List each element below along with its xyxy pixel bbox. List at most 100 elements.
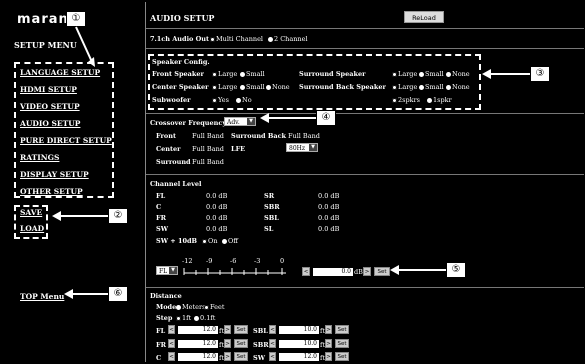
distance-meters-radio[interactable]: Meters <box>176 303 205 311</box>
audio-out-label: 7.1ch Audio Out <box>150 35 210 43</box>
dist-sw-set[interactable]: Set <box>335 352 349 361</box>
sub-no-radio[interactable]: No <box>236 96 252 104</box>
level-input[interactable]: 0.0 <box>313 268 353 276</box>
surround-none-radio[interactable]: None <box>446 70 470 78</box>
center-none-radio[interactable]: None <box>266 83 290 91</box>
dist-sbr-increment[interactable]: > <box>325 339 332 348</box>
sb-large-radio[interactable]: Large <box>392 83 417 91</box>
dist-fr-set[interactable]: Set <box>234 339 248 348</box>
menu-audio-setup[interactable]: AUDIO SETUP <box>20 119 80 128</box>
level-decrement-button[interactable]: < <box>302 267 310 276</box>
reload-button[interactable]: ReLoad <box>404 11 444 23</box>
subwoofer-label: Subwoofer <box>152 96 191 104</box>
radio-selected-icon <box>202 238 207 244</box>
surround-large-radio[interactable]: Large <box>392 70 417 78</box>
divider <box>146 113 584 114</box>
front-large-radio[interactable]: Large <box>212 70 237 78</box>
speaker-config-title: Speaker Config. <box>152 58 210 66</box>
level-increment-button[interactable]: > <box>363 267 371 276</box>
dist-sbl-input[interactable]: 10.0 <box>279 326 319 334</box>
step-01ft-radio[interactable]: 0.1ft <box>194 314 215 322</box>
crossover-select[interactable]: Adv. ▼ <box>224 117 256 126</box>
channel-select[interactable]: FL ▼ <box>156 266 178 275</box>
cl-sbr-value: 0.0 dB <box>318 203 340 211</box>
dist-fl-increment[interactable]: > <box>224 325 231 334</box>
sb-2spkrs-radio[interactable]: 2spkrs <box>392 96 420 104</box>
radio-selected-icon <box>212 97 217 103</box>
dist-fr-decrement[interactable]: < <box>168 339 175 348</box>
option-label: On <box>208 237 218 245</box>
cl-sbl-label: SBL <box>264 214 279 222</box>
dist-fr-increment[interactable]: > <box>224 339 231 348</box>
callout-3: ③ <box>530 66 550 82</box>
menu-language-setup[interactable]: LANGUAGE SETUP <box>20 68 100 77</box>
dist-sw-decrement[interactable]: < <box>269 352 276 361</box>
divider <box>146 28 584 29</box>
dist-fl-input[interactable]: 12.0 <box>178 326 218 334</box>
dist-sw-input[interactable]: 12.0 <box>279 353 319 361</box>
dist-c-increment[interactable]: > <box>224 352 231 361</box>
level-slider[interactable] <box>182 266 292 276</box>
dist-fl-set[interactable]: Set <box>234 325 248 334</box>
dist-sbl-increment[interactable]: > <box>325 325 332 334</box>
option-label: 0.1ft <box>200 314 216 322</box>
menu-ratings[interactable]: RATINGS <box>20 153 59 162</box>
main-panel: AUDIO SETUP ReLoad 7.1ch Audio Out Multi… <box>145 2 584 362</box>
top-menu-link[interactable]: TOP Menu <box>20 292 64 301</box>
center-small-radio[interactable]: Small <box>240 83 265 91</box>
cl-sr-value: 0.0 dB <box>318 192 340 200</box>
radio-icon <box>266 84 271 90</box>
dist-sbr-decrement[interactable]: < <box>269 339 276 348</box>
center-large-radio[interactable]: Large <box>212 83 237 91</box>
callout-1-arrow <box>75 26 95 67</box>
surround-back-speaker-label: Surround Back Speaker <box>299 83 386 91</box>
save-link[interactable]: SAVE <box>20 208 42 217</box>
crossover-select-value: Adv. <box>227 119 240 126</box>
radio-icon <box>240 84 245 90</box>
dist-sw-increment[interactable]: > <box>325 352 332 361</box>
sw10-label: SW + 10dB <box>156 237 198 245</box>
dist-sbl-set[interactable]: Set <box>335 325 349 334</box>
dist-fl-decrement[interactable]: < <box>168 325 175 334</box>
radio-selected-icon <box>212 84 217 90</box>
dist-sbl-label: SBL <box>253 327 268 335</box>
dist-sw-value: 12.0 <box>303 353 317 360</box>
cl-sw-value: 0.0 dB <box>206 225 228 233</box>
dist-sbr-set[interactable]: Set <box>335 339 349 348</box>
dist-c-input[interactable]: 12.0 <box>178 353 218 361</box>
sb-1spkr-radio[interactable]: 1spkr <box>427 96 452 104</box>
step-1ft-radio[interactable]: 1ft <box>176 314 191 322</box>
sb-none-radio[interactable]: None <box>446 83 470 91</box>
menu-hdmi-setup[interactable]: HDMI SETUP <box>20 85 77 94</box>
surround-small-radio[interactable]: Small <box>419 70 444 78</box>
dist-c-set[interactable]: Set <box>234 352 248 361</box>
channel-level-title: Channel Level <box>150 180 202 188</box>
audio-out-multi[interactable]: Multi Channel <box>210 35 263 43</box>
option-label: Small <box>246 70 265 78</box>
dist-c-decrement[interactable]: < <box>168 352 175 361</box>
sw10-on-radio[interactable]: On <box>202 237 218 245</box>
menu-other-setup[interactable]: OTHER SETUP <box>20 187 83 196</box>
sub-yes-radio[interactable]: Yes <box>212 96 229 104</box>
option-label: 1spkr <box>433 96 452 104</box>
menu-video-setup[interactable]: VIDEO SETUP <box>20 102 80 111</box>
sw10-off-radio[interactable]: Off <box>222 237 238 245</box>
menu-display-setup[interactable]: DISPLAY SETUP <box>20 170 89 179</box>
audio-out-2ch[interactable]: 2 Channel <box>268 35 308 43</box>
lfe-select[interactable]: 80Hz ▼ <box>286 143 318 152</box>
dist-sbr-input[interactable]: 10.0 <box>279 340 319 348</box>
sb-small-radio[interactable]: Small <box>419 83 444 91</box>
dist-sbl-decrement[interactable]: < <box>269 325 276 334</box>
callout-4-arrow <box>260 113 316 123</box>
distance-feet-radio[interactable]: Feet <box>204 303 224 311</box>
level-set-button[interactable]: Set <box>374 267 390 276</box>
chevron-down-icon: ▼ <box>309 144 317 151</box>
load-link[interactable]: LOAD <box>20 224 44 233</box>
dist-fr-input[interactable]: 12.0 <box>178 340 218 348</box>
xo-lfe-label: LFE <box>231 145 246 153</box>
front-small-radio[interactable]: Small <box>240 70 265 78</box>
menu-pure-direct-setup[interactable]: PURE DIRECT SETUP <box>20 136 112 145</box>
level-input-value: 0.0 <box>341 268 351 275</box>
callout-4: ④ <box>316 110 336 126</box>
screen-frame: marantz SETUP MENU LANGUAGE SETUP HDMI S… <box>0 0 585 364</box>
